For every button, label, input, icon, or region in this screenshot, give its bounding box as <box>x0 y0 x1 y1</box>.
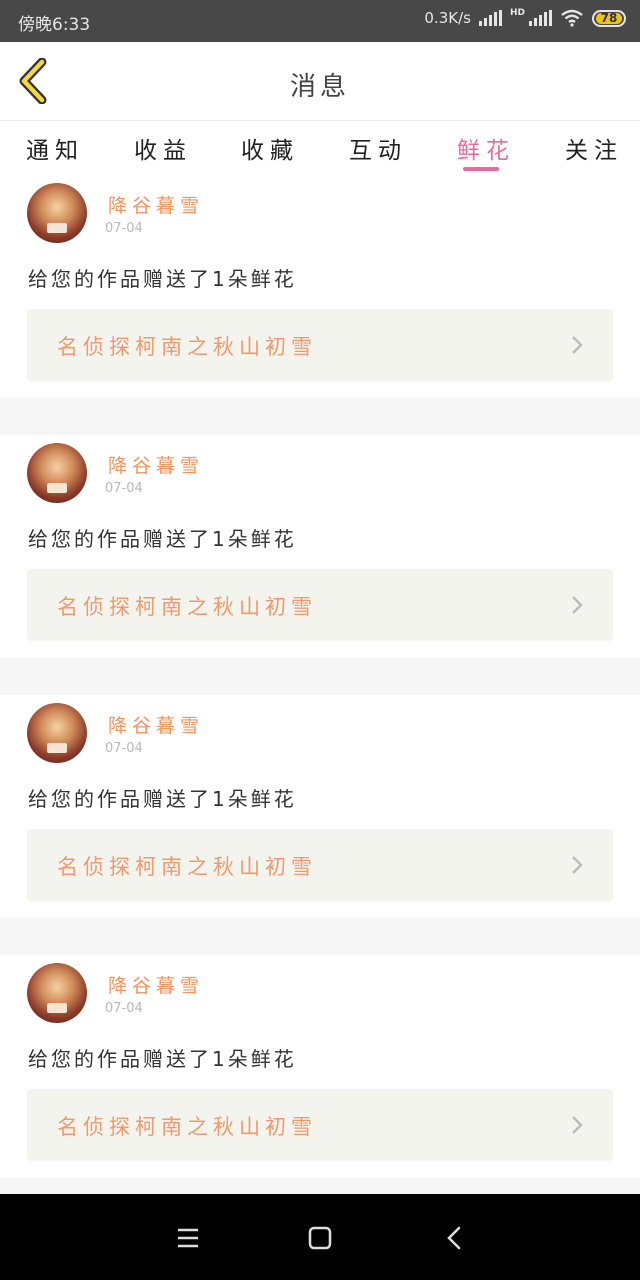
work-title: 名侦探柯南之秋山初雪 <box>57 855 317 879</box>
message-card: 降谷暮雪 07-04 给您的作品赠送了1朵鲜花 名侦探柯南之秋山初雪 <box>0 695 640 918</box>
avatar[interactable] <box>27 963 87 1023</box>
signal-icon <box>478 10 502 26</box>
menu-icon[interactable] <box>168 1218 208 1258</box>
tab-notifications[interactable]: 通知 <box>26 131 84 165</box>
message-date: 07-04 <box>105 741 143 756</box>
back-triangle-icon[interactable] <box>434 1218 474 1258</box>
work-title: 名侦探柯南之秋山初雪 <box>57 335 317 359</box>
message-text: 给您的作品赠送了1朵鲜花 <box>28 1047 297 1071</box>
chevron-right-icon <box>572 336 583 354</box>
message-date: 07-04 <box>105 221 143 236</box>
battery-icon: 78 <box>592 9 626 27</box>
work-title: 名侦探柯南之秋山初雪 <box>57 1115 317 1139</box>
status-time: 傍晚6:33 <box>18 15 91 35</box>
chevron-right-icon <box>572 596 583 614</box>
chevron-right-icon <box>572 1116 583 1134</box>
sender-name[interactable]: 降谷暮雪 <box>108 971 204 998</box>
work-link[interactable]: 名侦探柯南之秋山初雪 <box>27 1089 613 1161</box>
message-text: 给您的作品赠送了1朵鲜花 <box>28 267 297 291</box>
tab-following[interactable]: 关注 <box>565 131 623 165</box>
active-tab-indicator <box>463 167 499 171</box>
sender-name[interactable]: 降谷暮雪 <box>108 451 204 478</box>
tab-interactions[interactable]: 互动 <box>349 131 407 165</box>
page-title: 消息 <box>289 72 350 102</box>
battery-level: 78 <box>596 12 622 24</box>
top-header: 消息 <box>0 42 640 121</box>
message-list: 降谷暮雪 07-04 给您的作品赠送了1朵鲜花 名侦探柯南之秋山初雪 降谷暮雪 … <box>0 175 640 1215</box>
message-card: 降谷暮雪 07-04 给您的作品赠送了1朵鲜花 名侦探柯南之秋山初雪 <box>0 175 640 398</box>
message-date: 07-04 <box>105 1001 143 1016</box>
hd-label: HD <box>509 8 525 18</box>
message-text: 给您的作品赠送了1朵鲜花 <box>28 527 297 551</box>
status-icons: 0.3K/s HD 78 <box>424 9 626 27</box>
tab-favorites[interactable]: 收藏 <box>241 131 299 165</box>
tab-flowers[interactable]: 鲜花 <box>457 131 515 165</box>
sender-name[interactable]: 降谷暮雪 <box>108 711 204 738</box>
avatar[interactable] <box>27 183 87 243</box>
avatar[interactable] <box>27 443 87 503</box>
chevron-right-icon <box>572 856 583 874</box>
signal-icon-2 <box>529 10 552 26</box>
network-speed: 0.3K/s <box>424 9 471 27</box>
status-bar: 傍晚6:33 0.3K/s HD 78 <box>0 0 640 42</box>
system-nav-bar <box>0 1194 640 1280</box>
message-card: 降谷暮雪 07-04 给您的作品赠送了1朵鲜花 名侦探柯南之秋山初雪 <box>0 955 640 1178</box>
work-link[interactable]: 名侦探柯南之秋山初雪 <box>27 829 613 901</box>
avatar[interactable] <box>27 703 87 763</box>
work-link[interactable]: 名侦探柯南之秋山初雪 <box>27 309 613 381</box>
tab-bar: 通知 收益 收藏 互动 鲜花 关注 <box>0 121 640 175</box>
home-square-icon[interactable] <box>300 1218 340 1258</box>
wifi-icon <box>561 9 583 27</box>
work-title: 名侦探柯南之秋山初雪 <box>57 595 317 619</box>
sender-name[interactable]: 降谷暮雪 <box>108 191 204 218</box>
work-link[interactable]: 名侦探柯南之秋山初雪 <box>27 569 613 641</box>
message-card: 降谷暮雪 07-04 给您的作品赠送了1朵鲜花 名侦探柯南之秋山初雪 <box>0 435 640 658</box>
message-date: 07-04 <box>105 481 143 496</box>
message-text: 给您的作品赠送了1朵鲜花 <box>28 787 297 811</box>
tab-earnings[interactable]: 收益 <box>134 131 192 165</box>
